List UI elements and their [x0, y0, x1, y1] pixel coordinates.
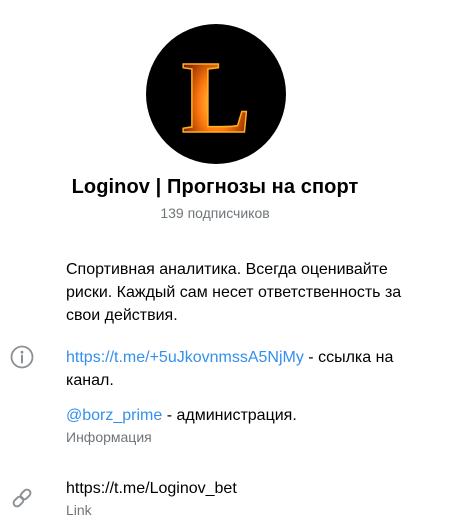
info-caption: Информация [66, 429, 152, 445]
avatar-letter: L [181, 40, 250, 155]
channel-description: Спортивная аналитика. Всегда оценивайте … [66, 261, 402, 324]
subscriber-count: 139 подписчиков [160, 205, 270, 221]
channel-link[interactable]: https://t.me/Loginov_bet [66, 478, 436, 500]
link-icon [12, 488, 32, 508]
admin-line: @borz_prime - администрация. [66, 404, 436, 427]
link-section[interactable]: https://t.me/Loginov_bet Link [66, 478, 436, 520]
invite-link[interactable]: https://t.me/+5uJkovnmssA5NjMy [66, 349, 304, 366]
avatar-fire-letter: L [181, 39, 252, 156]
link-caption: Link [66, 502, 92, 518]
info-icon [10, 345, 34, 369]
channel-title: Loginov | Прогнозы на спорт [71, 176, 359, 198]
info-section: https://t.me/+5uJkovnmssA5NjMy - ссылка … [66, 346, 436, 447]
admin-suffix: - администрация. [162, 407, 297, 424]
invite-line: https://t.me/+5uJkovnmssA5NjMy - ссылка … [66, 346, 436, 392]
channel-avatar[interactable]: L [146, 24, 286, 164]
admin-link[interactable]: @borz_prime [66, 407, 162, 424]
